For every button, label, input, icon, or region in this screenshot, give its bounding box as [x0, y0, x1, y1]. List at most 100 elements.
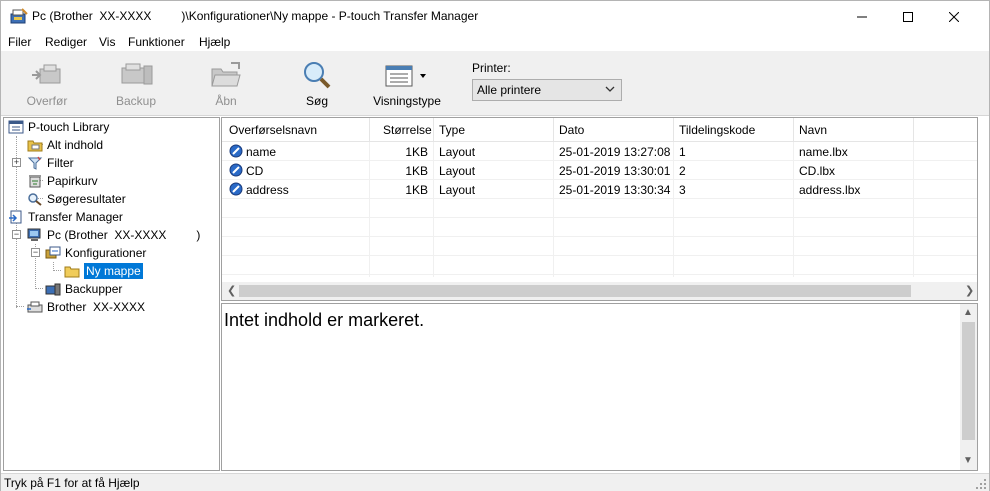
- configurations-icon: [45, 246, 60, 259]
- tree-item-trash[interactable]: Papirkurv: [26, 172, 98, 190]
- preview-pane: Intet indhold er markeret. ▲ ▼: [221, 303, 978, 471]
- cell-code: 1: [679, 145, 686, 159]
- cell-filename: address.lbx: [799, 183, 861, 197]
- minimize-icon: [857, 16, 867, 17]
- cell-transfer-name: CD: [246, 164, 264, 178]
- maximize-icon: [903, 11, 913, 22]
- column-header-type[interactable]: Type: [439, 123, 465, 137]
- scroll-thumb[interactable]: [962, 322, 975, 440]
- view-type-icon: [385, 65, 426, 87]
- chevron-down-icon: [605, 86, 615, 92]
- tree-expander-filter[interactable]: +: [12, 158, 21, 167]
- tree-expander-pc[interactable]: −: [12, 230, 21, 239]
- cell-size: 1KB: [405, 164, 428, 178]
- column-header-date[interactable]: Dato: [559, 123, 584, 137]
- tree-item-search-results[interactable]: Søgeresultater: [26, 190, 126, 208]
- printer-label: Printer:: [472, 61, 511, 75]
- maximize-button[interactable]: [885, 1, 931, 32]
- cell-type: Layout: [439, 145, 476, 159]
- menu-filer[interactable]: Filer: [8, 35, 31, 49]
- list-item[interactable]: name 1KB Layout 25-01-2019 13:27:08 1 na…: [222, 142, 977, 161]
- folder-tree[interactable]: P-touch Library Alt indhold + Filter Pap…: [3, 117, 220, 471]
- tree-item-all-content[interactable]: Alt indhold: [26, 136, 103, 154]
- open-folder-icon: [211, 62, 241, 87]
- column-header-transfer-name[interactable]: Overførselsnavn: [229, 123, 317, 137]
- transfer-manager-icon: [8, 210, 21, 224]
- printer-select-value: Alle printere: [477, 83, 542, 97]
- menu-funktioner[interactable]: Funktioner: [128, 35, 185, 49]
- close-button[interactable]: [931, 1, 977, 32]
- menu-rediger[interactable]: Rediger: [45, 35, 87, 49]
- layout-file-icon: [229, 163, 243, 177]
- cell-code: 2: [679, 164, 686, 178]
- tree-item-library[interactable]: P-touch Library: [7, 118, 109, 136]
- list-item[interactable]: address 1KB Layout 25-01-2019 13:30:34 3…: [222, 180, 977, 199]
- cell-size: 1KB: [405, 145, 428, 159]
- menu-bar: Filer Rediger Vis Funktioner Hjælp: [1, 32, 989, 52]
- cell-date: 25-01-2019 13:27:08: [559, 145, 671, 159]
- ptouch-app-icon: [10, 8, 28, 24]
- backup-button[interactable]: Backup: [111, 52, 161, 112]
- viewtype-label: Visningstype: [373, 94, 441, 108]
- column-header-code[interactable]: Tildelingskode: [679, 123, 755, 137]
- filter-icon: [27, 156, 42, 170]
- open-button[interactable]: Åbn: [206, 52, 246, 112]
- transfer-icon: [32, 64, 61, 84]
- scroll-right-icon[interactable]: ❯: [965, 284, 974, 297]
- search-button[interactable]: Søg: [299, 52, 335, 112]
- file-list[interactable]: Overførselsnavn Størrelse Type Dato Tild…: [221, 117, 978, 301]
- vertical-scrollbar[interactable]: ▲ ▼: [960, 304, 977, 470]
- printer-icon: [26, 301, 42, 313]
- title-bar: Pc (Brother XX-XXXX )\Konfigurationer\Ny…: [1, 1, 989, 32]
- backup-icon: [121, 63, 153, 85]
- column-header-size[interactable]: Størrelse: [383, 123, 432, 137]
- cell-type: Layout: [439, 183, 476, 197]
- resize-grip-icon[interactable]: [975, 478, 987, 490]
- tree-label-trash: Papirkurv: [47, 174, 98, 188]
- tree-item-new-folder[interactable]: Ny mappe: [63, 262, 144, 280]
- tree-item-filter[interactable]: Filter: [26, 154, 74, 172]
- tree-item-configurations[interactable]: Konfigurationer: [44, 244, 146, 262]
- layout-file-icon: [229, 144, 243, 158]
- library-icon: [8, 120, 23, 134]
- tree-item-brother[interactable]: Brother XX-XXXX: [26, 298, 145, 316]
- search-results-icon: [27, 193, 42, 206]
- layout-file-icon: [229, 182, 243, 196]
- tree-item-backups[interactable]: Backupper: [44, 280, 122, 298]
- menu-hjaelp[interactable]: Hjælp: [199, 35, 230, 49]
- trash-icon: [28, 175, 41, 188]
- tree-label-transfer-manager: Transfer Manager: [28, 210, 123, 224]
- computer-icon: [27, 228, 40, 241]
- list-header: Overførselsnavn Størrelse Type Dato Tild…: [222, 118, 977, 142]
- list-item[interactable]: CD 1KB Layout 25-01-2019 13:30:01 2 CD.l…: [222, 161, 977, 180]
- printer-select[interactable]: Alle printere: [472, 79, 622, 101]
- chevron-down-icon: [420, 74, 426, 78]
- app-window: Pc (Brother XX-XXXX )\Konfigurationer\Ny…: [0, 0, 990, 491]
- horizontal-scrollbar[interactable]: ❮ ❯: [222, 282, 977, 300]
- transfer-button[interactable]: Overfør: [23, 52, 71, 112]
- status-text: Tryk på F1 for at få Hjælp: [4, 476, 140, 490]
- preview-message: Intet indhold er markeret.: [224, 310, 425, 330]
- tree-label-library: P-touch Library: [28, 120, 110, 134]
- tree-label-search-results: Søgeresultater: [47, 192, 126, 206]
- menu-vis[interactable]: Vis: [99, 35, 115, 49]
- viewtype-button[interactable]: Visningstype: [371, 52, 443, 112]
- tree-item-transfer-manager[interactable]: Transfer Manager: [7, 208, 123, 226]
- scroll-up-icon[interactable]: ▲: [963, 307, 973, 318]
- scroll-thumb[interactable]: [239, 285, 911, 297]
- tree-label-backups: Backupper: [65, 282, 123, 296]
- tree-label-brother: Brother XX-XXXX: [47, 300, 146, 314]
- cell-date: 25-01-2019 13:30:34: [559, 183, 671, 197]
- scroll-down-icon[interactable]: ▼: [963, 455, 973, 466]
- scroll-left-icon[interactable]: ❮: [227, 284, 236, 297]
- tree-expander-configurations[interactable]: −: [31, 248, 40, 257]
- minimize-button[interactable]: [839, 1, 885, 32]
- cell-code: 3: [679, 183, 686, 197]
- tree-label-all-content: Alt indhold: [47, 138, 104, 152]
- cell-transfer-name: address: [246, 183, 289, 197]
- status-bar: Tryk på F1 for at få Hjælp: [1, 473, 989, 491]
- tree-item-pc[interactable]: Pc (Brother XX-XXXX ): [26, 226, 200, 244]
- tree-label-filter: Filter: [47, 156, 74, 170]
- cell-size: 1KB: [405, 183, 428, 197]
- column-header-filename[interactable]: Navn: [799, 123, 827, 137]
